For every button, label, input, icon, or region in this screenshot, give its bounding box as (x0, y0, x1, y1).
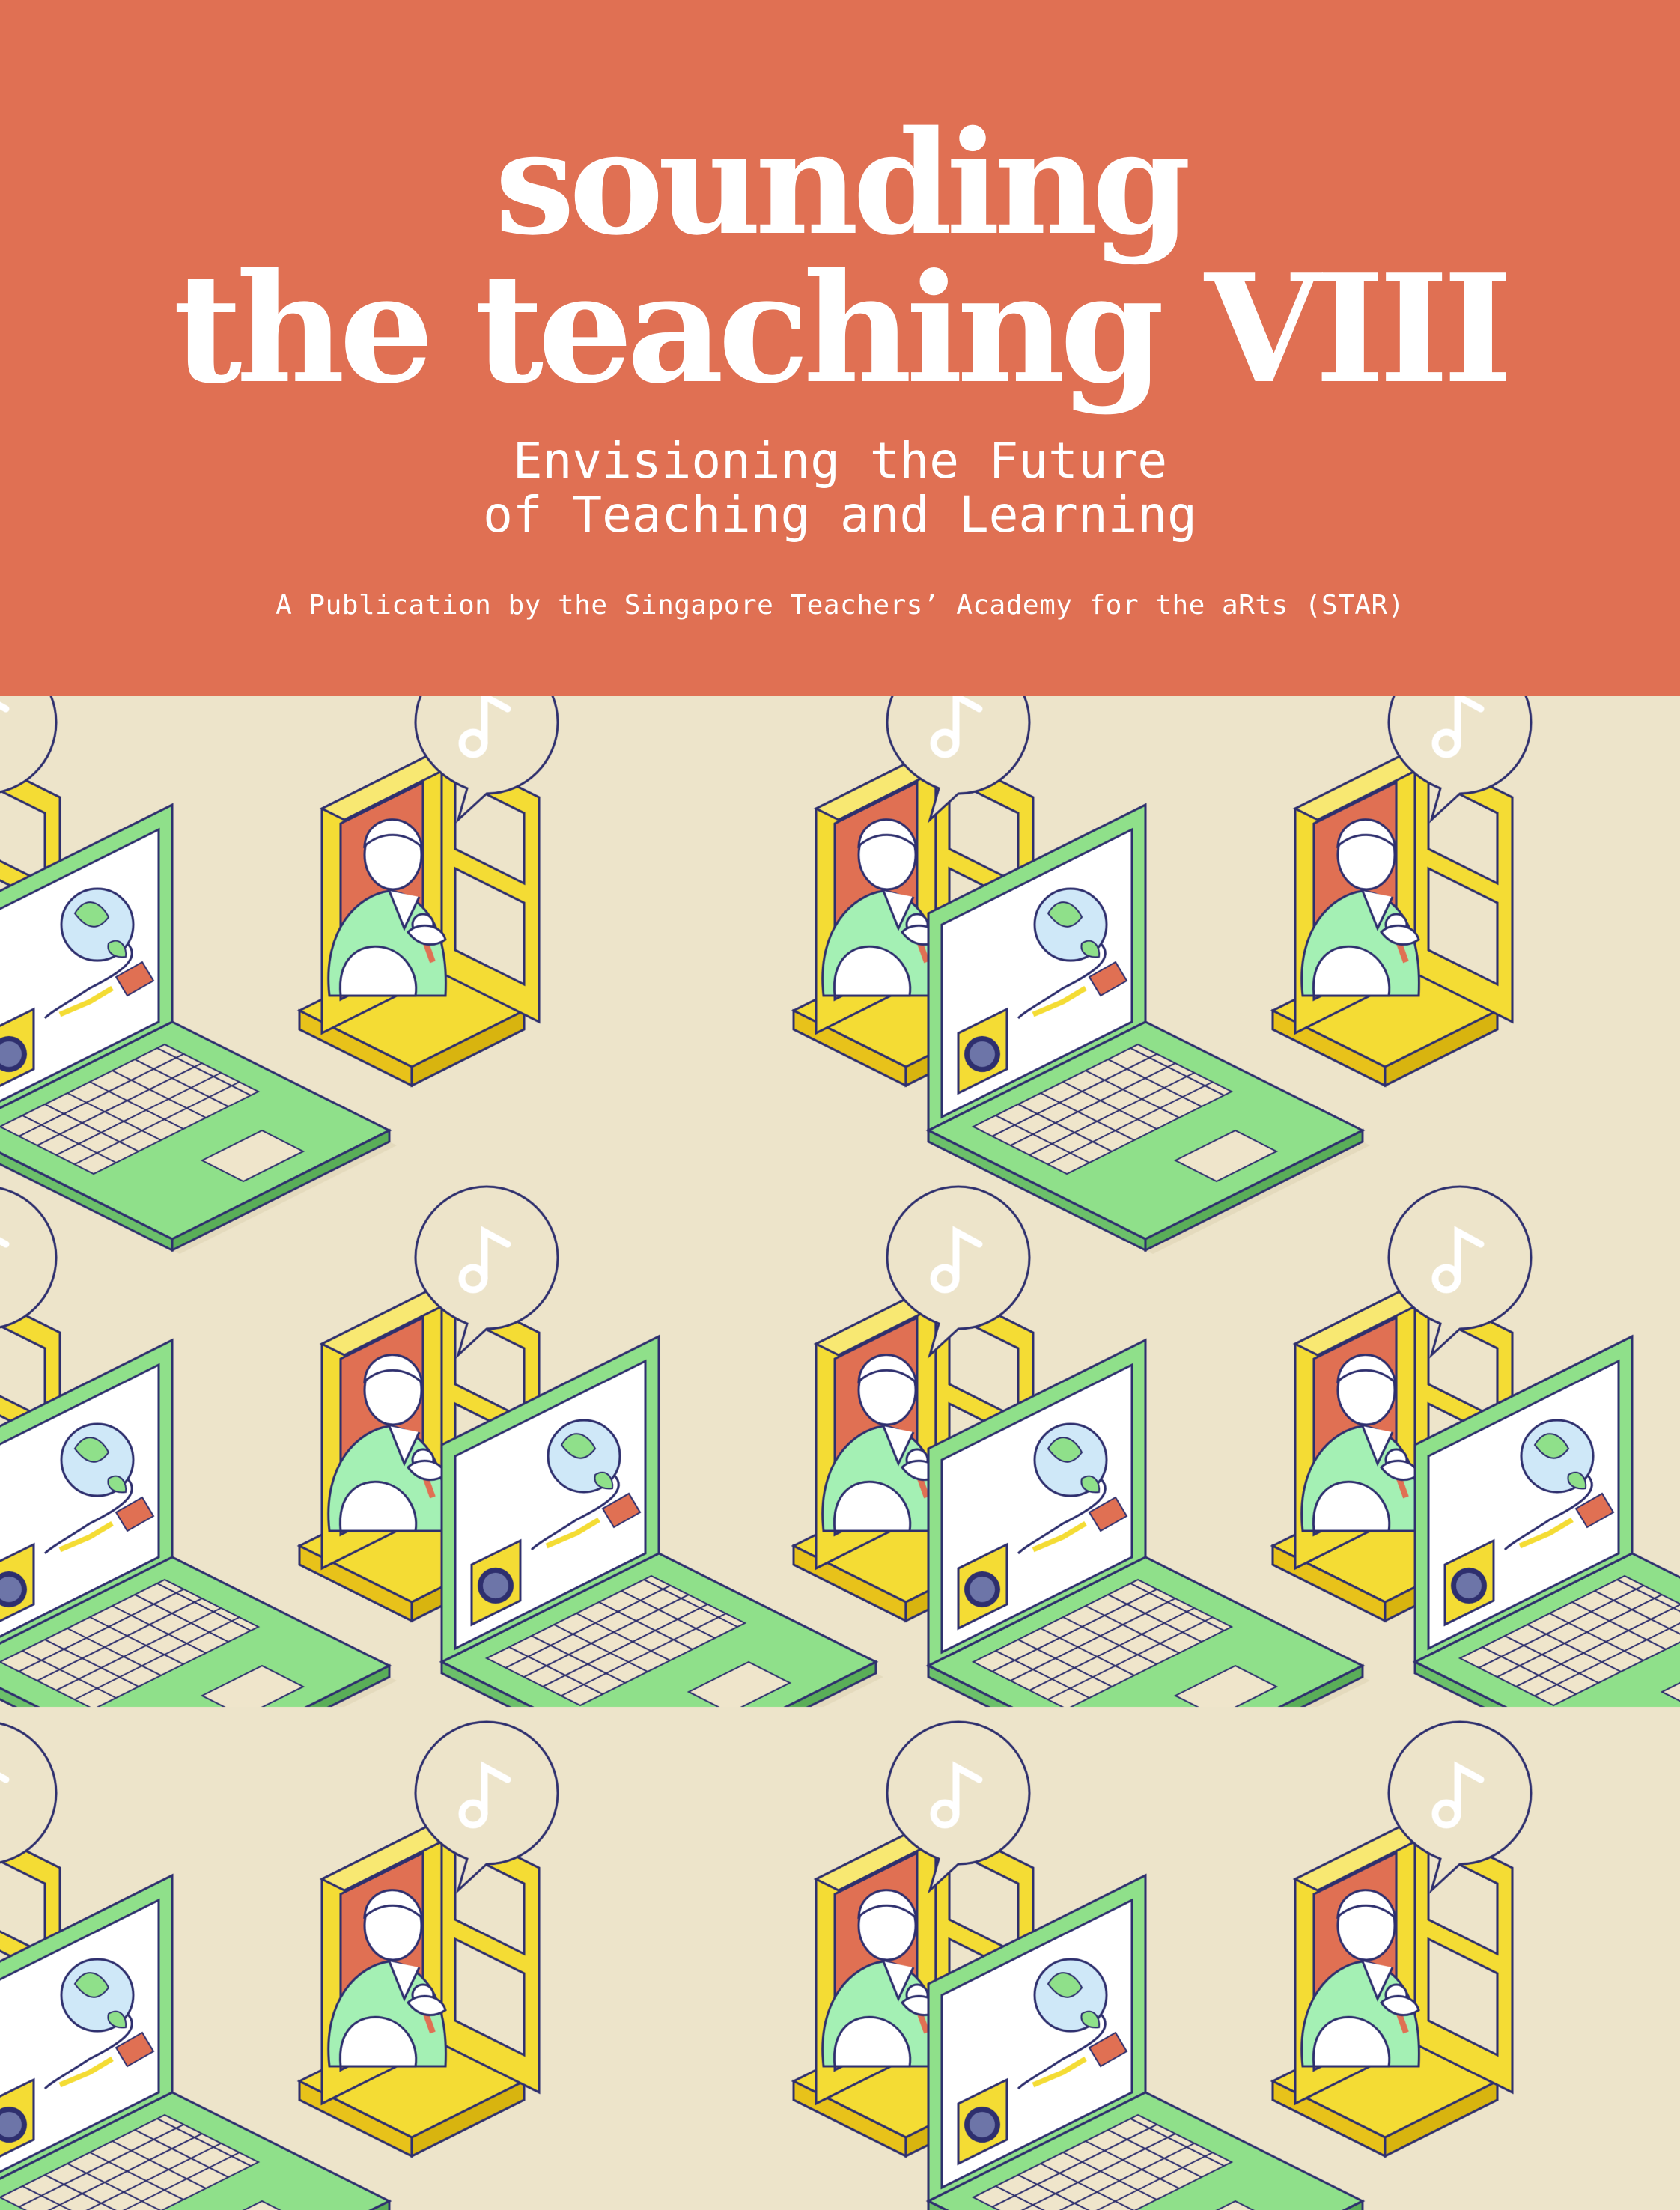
cover-title-line2: the teaching VIII (173, 241, 1513, 417)
book-cover: sounding the teaching VIII Envisioning t… (0, 0, 1680, 2210)
cover-subtitle-line1: Envisioning the Future (512, 432, 1168, 490)
cover-subtitle-line2: of Teaching and Learning (483, 486, 1197, 544)
cover-header: sounding the teaching VIII Envisioning t… (0, 0, 1680, 696)
publisher-line: A Publication by the Singapore Teachers’… (276, 590, 1404, 621)
cover-title-line1: sounding (495, 100, 1191, 267)
cover-illustration (0, 696, 1680, 2210)
